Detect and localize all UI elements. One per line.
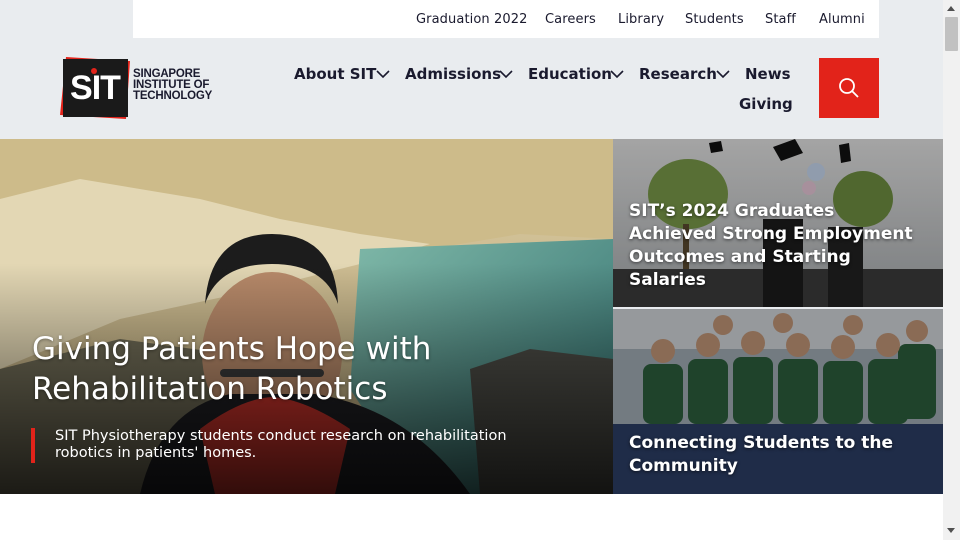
chevron-down-icon[interactable]: [716, 69, 730, 79]
sit-logo-mark: SIT: [60, 57, 130, 119]
logo-line-3: TECHNOLOGY: [133, 90, 213, 102]
scroll-up-arrow-icon[interactable]: [947, 6, 955, 11]
utility-link-students[interactable]: Students: [685, 12, 744, 27]
nav-giving[interactable]: Giving: [739, 95, 793, 113]
hero-subtitle: SIT Physiotherapy students conduct resea…: [55, 428, 507, 461]
chevron-down-icon[interactable]: [376, 69, 390, 79]
sit-logo[interactable]: SIT SINGAPORE INSTITUTE OF TECHNOLOGY: [60, 55, 213, 121]
utility-bar: Graduation 2022 Careers Library Students…: [133, 0, 879, 38]
utility-link-staff[interactable]: Staff: [765, 12, 796, 27]
search-button[interactable]: [819, 58, 879, 118]
utility-link-graduation[interactable]: Graduation 2022: [416, 12, 527, 27]
hero-accent-bar: [31, 428, 35, 463]
utility-link-careers[interactable]: Careers: [545, 12, 596, 27]
scroll-down-arrow-icon[interactable]: [947, 528, 955, 533]
nav-about-sit[interactable]: About SIT: [294, 65, 376, 83]
page-scrollbar[interactable]: [943, 0, 960, 540]
news-card-community[interactable]: Connecting Students to the Community: [613, 309, 943, 494]
news-card-graduates[interactable]: SIT’s 2024 Graduates Achieved Strong Emp…: [613, 139, 943, 307]
logo-mark-text: SIT: [70, 69, 121, 107]
card-title-graduates[interactable]: SIT’s 2024 Graduates Achieved Strong Emp…: [629, 200, 919, 292]
search-icon: [839, 78, 859, 98]
nav-research[interactable]: Research: [639, 65, 717, 83]
hero-title[interactable]: Giving Patients Hope with Rehabilitation…: [32, 329, 492, 409]
content-below-fold: [0, 494, 943, 540]
chevron-down-icon[interactable]: [610, 69, 624, 79]
utility-link-library[interactable]: Library: [618, 12, 664, 27]
card-title-community[interactable]: Connecting Students to the Community: [629, 432, 919, 478]
chevron-down-icon[interactable]: [499, 69, 513, 79]
logo-wordmark: SINGAPORE INSTITUTE OF TECHNOLOGY: [133, 68, 213, 102]
nav-admissions[interactable]: Admissions: [405, 65, 501, 83]
nav-education[interactable]: Education: [528, 65, 612, 83]
hero-feature[interactable]: Giving Patients Hope with Rehabilitation…: [0, 139, 613, 494]
scroll-thumb[interactable]: [945, 17, 958, 51]
nav-news[interactable]: News: [745, 65, 791, 83]
utility-link-alumni[interactable]: Alumni: [819, 12, 865, 27]
